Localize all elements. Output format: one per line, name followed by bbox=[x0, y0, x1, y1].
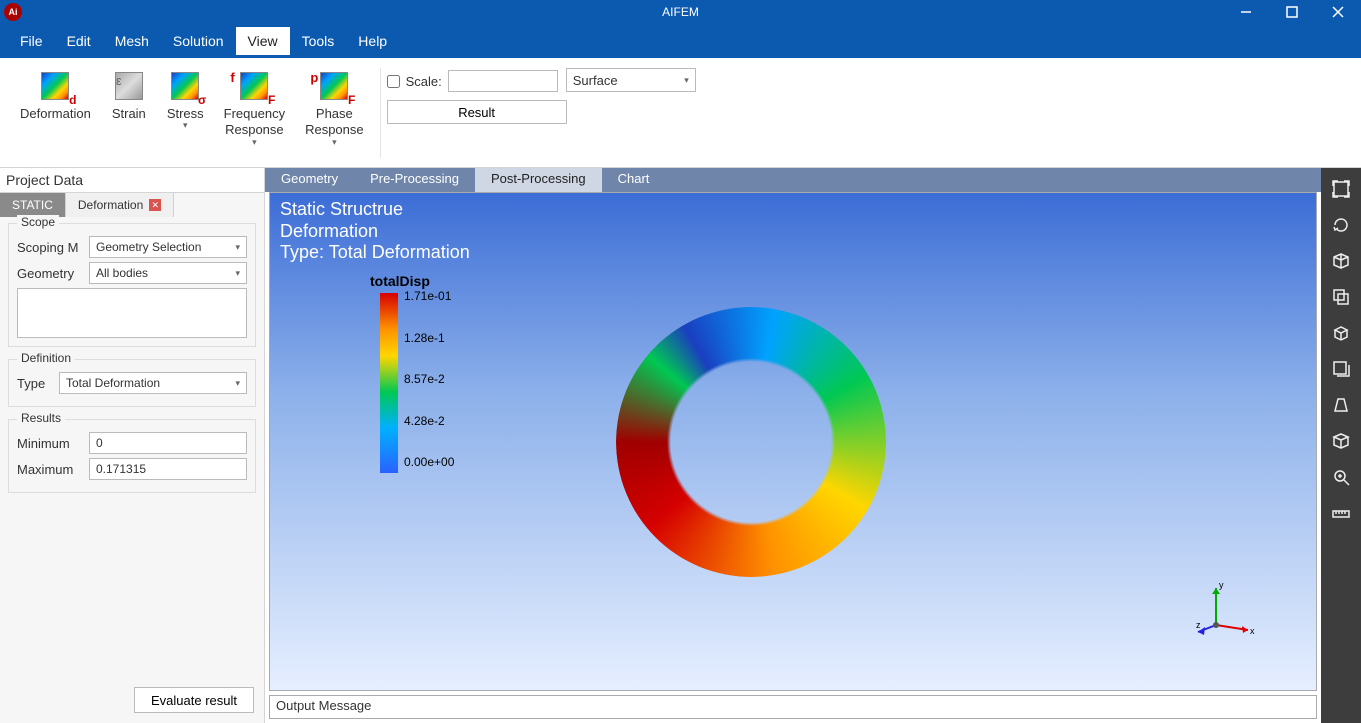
view-cube-icon[interactable] bbox=[1326, 320, 1356, 346]
viewport-3d[interactable]: Static Structrue Deformation Type: Total… bbox=[269, 192, 1317, 691]
frequency-icon: F bbox=[240, 72, 268, 100]
scoping-method-select[interactable]: Geometry Selection▾ bbox=[89, 236, 247, 258]
maximum-value[interactable]: 0.171315 bbox=[89, 458, 247, 480]
phase-icon: F bbox=[320, 72, 348, 100]
view-persp-icon[interactable] bbox=[1326, 392, 1356, 418]
center-area: Geometry Pre-Processing Post-Processing … bbox=[265, 168, 1321, 723]
maximum-label: Maximum bbox=[17, 462, 85, 477]
tab-static[interactable]: STATIC bbox=[0, 193, 66, 217]
ribbon-strain-button[interactable]: ε Strain bbox=[101, 64, 157, 126]
svg-text:x: x bbox=[1250, 626, 1255, 636]
chevron-down-icon: ▾ bbox=[235, 242, 240, 253]
menu-bar: File Edit Mesh Solution View Tools Help bbox=[0, 24, 1361, 58]
results-group: Results Minimum 0 Maximum 0.171315 bbox=[8, 419, 256, 493]
stress-icon: σ bbox=[171, 72, 199, 100]
app-logo-icon: Ai bbox=[4, 3, 22, 21]
maximize-button[interactable] bbox=[1269, 0, 1315, 24]
menu-solution[interactable]: Solution bbox=[161, 27, 236, 55]
chevron-down-icon: ▾ bbox=[183, 120, 188, 131]
scoping-method-label: Scoping M bbox=[17, 240, 85, 255]
close-button[interactable] bbox=[1315, 0, 1361, 24]
axis-triad-icon: x y z bbox=[1196, 580, 1256, 640]
menu-mesh[interactable]: Mesh bbox=[103, 27, 161, 55]
scale-checkbox[interactable] bbox=[387, 75, 400, 88]
title-bar: Ai AIFEM bbox=[0, 0, 1361, 24]
tab-chart[interactable]: Chart bbox=[602, 168, 666, 192]
frame-tool-icon[interactable] bbox=[1326, 176, 1356, 202]
result-button[interactable]: Result bbox=[387, 100, 567, 124]
minimum-value[interactable]: 0 bbox=[89, 432, 247, 454]
type-label: Type bbox=[17, 376, 55, 391]
ribbon-toolbar: d Deformation ε Strain σ Stress ▾ fF Fre… bbox=[0, 58, 1361, 168]
colorbar-title: totalDisp bbox=[370, 273, 430, 289]
colorbar-gradient bbox=[380, 293, 398, 473]
scope-group: Scope Scoping M Geometry Selection▾ Geom… bbox=[8, 223, 256, 347]
geometry-select[interactable]: All bodies▾ bbox=[89, 262, 247, 284]
center-tabs: Geometry Pre-Processing Post-Processing … bbox=[265, 168, 1321, 192]
chevron-down-icon: ▾ bbox=[684, 75, 689, 86]
chevron-down-icon: ▾ bbox=[235, 378, 240, 389]
svg-text:z: z bbox=[1196, 620, 1201, 630]
project-data-panel: Project Data STATIC Deformation ✕ Scope … bbox=[0, 168, 265, 723]
view-ortho-icon[interactable] bbox=[1326, 284, 1356, 310]
menu-help[interactable]: Help bbox=[346, 27, 399, 55]
deformation-icon: d bbox=[41, 72, 69, 100]
right-toolbar bbox=[1321, 168, 1361, 723]
evaluate-button[interactable]: Evaluate result bbox=[134, 687, 254, 713]
zoom-tool-icon[interactable] bbox=[1326, 464, 1356, 490]
minimize-button[interactable] bbox=[1223, 0, 1269, 24]
scale-input[interactable] bbox=[448, 70, 558, 92]
output-message[interactable]: Output Message bbox=[269, 695, 1317, 719]
project-data-title: Project Data bbox=[0, 168, 264, 193]
tab-geometry[interactable]: Geometry bbox=[265, 168, 354, 192]
viewport-heading: Static Structrue Deformation Type: Total… bbox=[280, 199, 470, 264]
colorbar: 1.71e-01 1.28e-1 8.57e-2 4.28e-2 0.00e+0… bbox=[380, 293, 454, 473]
result-ring-plot bbox=[616, 307, 886, 577]
ribbon-phase-button[interactable]: pF Phase Response ▾ bbox=[295, 64, 374, 152]
chevron-down-icon: ▾ bbox=[252, 137, 257, 148]
tab-deformation[interactable]: Deformation ✕ bbox=[66, 193, 174, 217]
scale-label: Scale: bbox=[406, 74, 442, 89]
minimum-label: Minimum bbox=[17, 436, 85, 451]
view-iso-icon[interactable] bbox=[1326, 248, 1356, 274]
close-tab-icon[interactable]: ✕ bbox=[149, 199, 161, 211]
menu-edit[interactable]: Edit bbox=[55, 27, 103, 55]
view-box3d-icon[interactable] bbox=[1326, 428, 1356, 454]
definition-group: Definition Type Total Deformation▾ bbox=[8, 359, 256, 407]
view-stack-icon[interactable] bbox=[1326, 356, 1356, 382]
window-title: AIFEM bbox=[662, 5, 699, 19]
scope-detail-box[interactable] bbox=[17, 288, 247, 338]
ribbon-stress-button[interactable]: σ Stress ▾ bbox=[157, 64, 214, 135]
tab-postprocessing[interactable]: Post-Processing bbox=[475, 168, 602, 192]
chevron-down-icon: ▾ bbox=[235, 268, 240, 279]
ribbon-deformation-button[interactable]: d Deformation bbox=[10, 64, 101, 126]
rendermode-select[interactable]: Surface ▾ bbox=[566, 68, 696, 92]
menu-tools[interactable]: Tools bbox=[290, 27, 347, 55]
refresh-tool-icon[interactable] bbox=[1326, 212, 1356, 238]
ribbon-frequency-button[interactable]: fF Frequency Response ▾ bbox=[214, 64, 295, 152]
strain-icon: ε bbox=[115, 72, 143, 100]
ruler-tool-icon[interactable] bbox=[1326, 500, 1356, 526]
tab-preprocessing[interactable]: Pre-Processing bbox=[354, 168, 475, 192]
menu-view[interactable]: View bbox=[236, 27, 290, 55]
geometry-label: Geometry bbox=[17, 266, 85, 281]
svg-text:y: y bbox=[1219, 580, 1224, 590]
menu-file[interactable]: File bbox=[8, 27, 55, 55]
project-tabs: STATIC Deformation ✕ bbox=[0, 193, 264, 217]
ribbon-separator bbox=[380, 68, 381, 158]
colorbar-labels: 1.71e-01 1.28e-1 8.57e-2 4.28e-2 0.00e+0… bbox=[404, 289, 454, 469]
type-select[interactable]: Total Deformation▾ bbox=[59, 372, 247, 394]
chevron-down-icon: ▾ bbox=[332, 137, 337, 148]
